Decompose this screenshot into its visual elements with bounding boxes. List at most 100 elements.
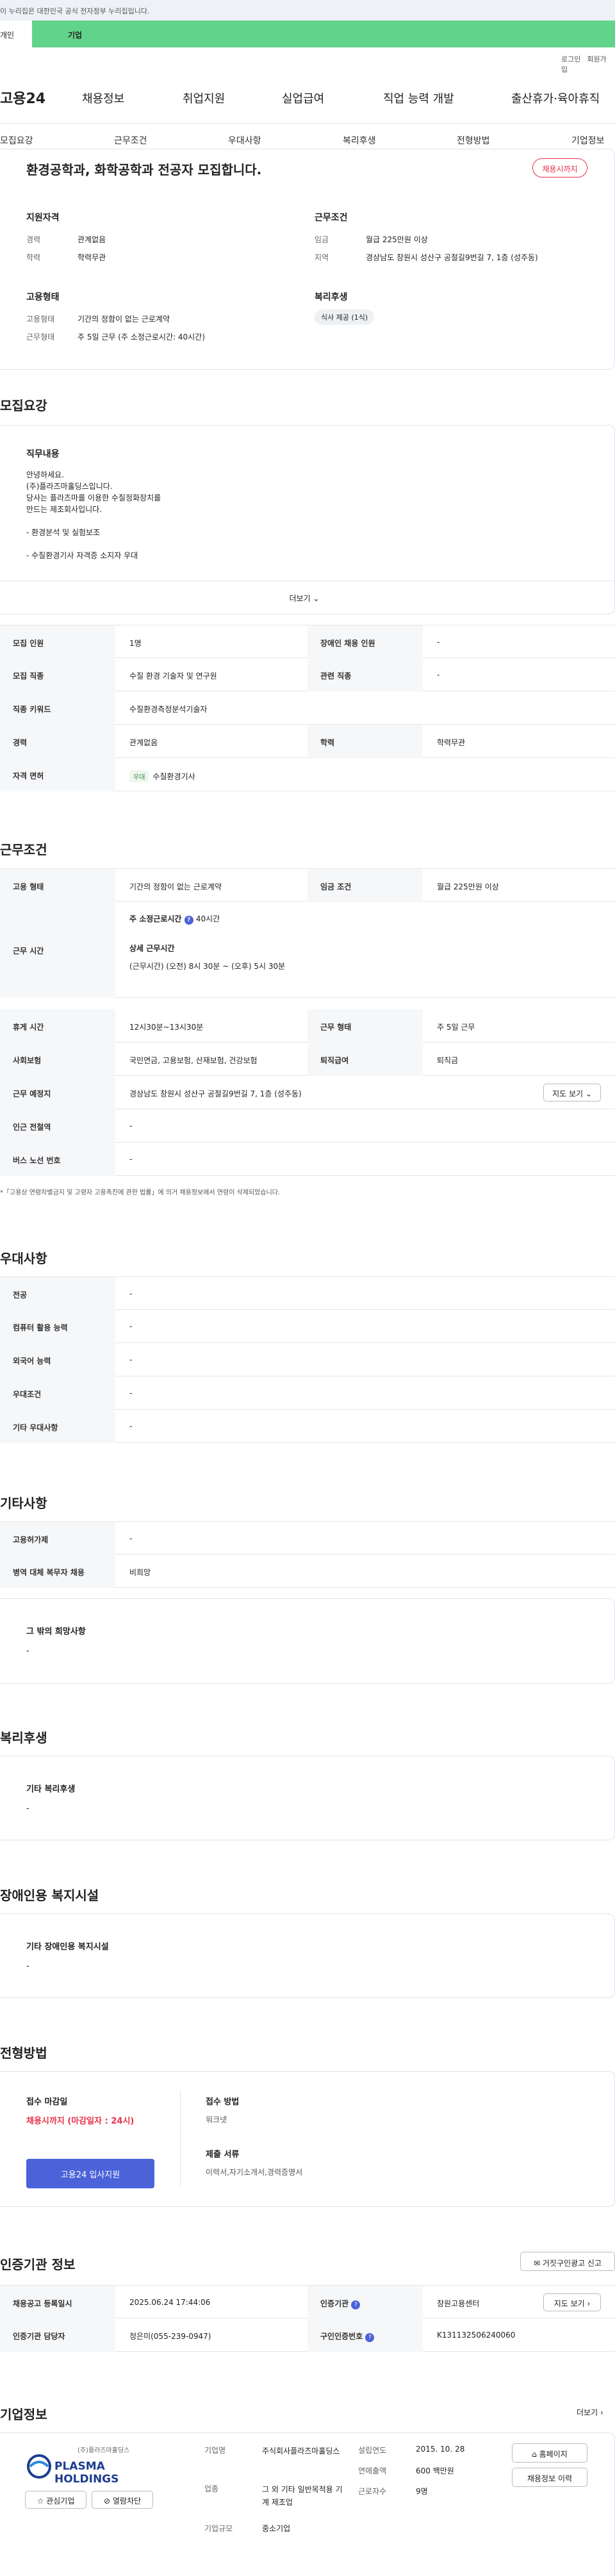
tab-selection[interactable]: 전형방법 [457, 134, 490, 147]
info-icon[interactable]: ? [184, 916, 193, 925]
cond-k0: 임금 [315, 235, 329, 244]
job-history-button[interactable]: 채용정보 이력 [512, 2468, 587, 2487]
work-row-rest: 휴게 시간 12시30분~13시30분 근무 형태 주 5일 근무 [0, 1009, 615, 1043]
company-est-label: 설립연도 [358, 2446, 387, 2455]
qual-k0: 경력 [26, 235, 41, 244]
duty-text: 안녕하세요. (주)플라즈마홀딩스입니다. 당사는 플라즈마를 이용한 수질정화장치… [26, 470, 161, 560]
disabled-box-value: - [26, 1961, 29, 1971]
tab-work[interactable]: 근무조건 [114, 134, 147, 147]
work-row-type: 고용 형태 기간의 정함이 없는 근로계약 임금 조건 월급 225만원 이상 [0, 868, 615, 902]
company-emp-value: 9명 [416, 2487, 428, 2496]
main-nav: 고용24 채용정보 취업지원 실업급여 직업 능력 개발 출산휴가·육아휴직 [0, 83, 615, 115]
disabled-heading: 장애인용 복지시설 [0, 1888, 99, 1903]
tab-welfare[interactable]: 복리후생 [343, 134, 376, 147]
company-more-link[interactable]: 더보기 › [577, 2407, 603, 2418]
company-industry-label: 업종 [204, 2484, 219, 2493]
welfare-tag: 식사 제공 (1식) [315, 310, 375, 325]
etc-row-0: 고용허가제 - [0, 1521, 615, 1555]
welfare-heading: 복리후생 [0, 1730, 47, 1746]
cert-heading: 인증기관 정보 [0, 2257, 76, 2272]
job-title: 환경공학과, 화학공학과 전공자 모집합니다. [26, 162, 262, 178]
pref-row-2: 외국어 능력 - [0, 1343, 615, 1376]
tab-recruit[interactable]: 모집요강 [0, 134, 33, 147]
nav-item-employment-support[interactable]: 취업지원 [183, 90, 225, 106]
emp-title: 고용형태 [26, 292, 60, 302]
pref-badge: 우대 [129, 770, 149, 782]
deadline-title: 접수 마감일 [26, 2097, 68, 2107]
info-icon[interactable]: ? [351, 2300, 361, 2309]
chevron-right-icon: › [600, 2408, 603, 2417]
work-row-place: 근무 예정지 경상남도 창원시 성산구 공절길9번길 7, 1층 (성주동) 지도… [0, 1076, 615, 1109]
select-card: 접수 마감일 채용시까지 (마감일자 : 24시) 고용24 입사지원 접수 방… [0, 2071, 615, 2207]
cert-map-button[interactable]: 지도 보기 › [543, 2293, 601, 2311]
etc-heading: 기타사항 [0, 1496, 47, 1511]
favorite-company-button[interactable]: ☆ 관심기업 [25, 2491, 86, 2509]
qual-v1: 학력무관 [78, 253, 106, 262]
welfare-summary-title: 복리후생 [315, 292, 348, 302]
tab-pref[interactable]: 우대사항 [228, 134, 261, 147]
age-note: *「고용상 연령차별금지 및 고령자 고용촉진에 관한 법률」에 의거 채용정보… [0, 1189, 281, 1196]
company-logo: PLASMA HOLDINGS [26, 2454, 154, 2486]
work-row-insurance: 사회보험 국민연금, 고용보험, 산재보험, 건강보험 퇴직급여 퇴직금 [0, 1043, 615, 1076]
megaphone-icon: ✉ [533, 2259, 541, 2268]
work-row-subway: 인근 전철역 - [0, 1109, 615, 1143]
chevron-down-icon: ⌄ [313, 594, 320, 603]
cert-row-1: 인증기관 담당자 정은미(055-239-0947) 구인인증번호 ? K131132… [0, 2318, 615, 2352]
deadline-value: 채용시까지 (마감일자 : 24시) [26, 2117, 135, 2126]
tab-personal[interactable]: 개인 [0, 21, 32, 47]
welfare-box-value: - [26, 1804, 29, 1813]
recruit-row-0: 모집 인원 1명 장애인 채용 인원 - [0, 625, 615, 659]
docs-value: 이력서,자기소개서,경력증명서 [206, 2168, 303, 2177]
pref-row-3: 우대조건 - [0, 1376, 615, 1410]
emp-k0: 고용형태 [26, 315, 55, 324]
nav-item-parental-leave[interactable]: 출산휴가·육아휴직 [511, 90, 600, 106]
tab-company-info[interactable]: 기업정보 [571, 134, 605, 147]
company-size-value: 중소기업 [262, 2524, 291, 2533]
portal-tabs: 개인 기업 [0, 21, 615, 47]
cert-row-0: 채용공고 등록일시 2025.06.24 17:44:06 인증기관 ? 창원고용센터… [0, 2285, 615, 2319]
cond-v0: 월급 225만원 이상 [366, 235, 428, 244]
login-link[interactable]: 로그인 [561, 55, 580, 63]
block-icon: ⊘ [103, 2497, 111, 2506]
summary-card: 환경공학과, 화학공학과 전공자 모집합니다. 채용시까지 지원자격 경력 관계… [0, 149, 615, 370]
disabled-box-title: 기타 장애인용 복지시설 [26, 1942, 109, 1952]
recruit-row-1: 모집 직종 수질 환경 기술자 및 연구원 관련 직종 - [0, 658, 615, 691]
company-sales-value: 600 백만원 [416, 2466, 454, 2475]
nav-item-jobs[interactable]: 채용정보 [82, 90, 124, 106]
company-logo-kr: (주)플라즈마홀딩스 [78, 2447, 130, 2454]
work-row-time: 근무 시간 주 소정근로시간 ? 40시간 상세 근무시간 (근무시간) (오전… [0, 902, 615, 998]
pref-row-0: 전공 - [0, 1276, 615, 1310]
site-logo[interactable]: 고용24 [0, 87, 45, 108]
report-button[interactable]: ✉ 거짓구인광고 신고 [520, 2252, 615, 2271]
map-button[interactable]: 지도 보기 ⌄ [543, 1084, 601, 1102]
company-name-label: 기업명 [204, 2446, 226, 2455]
qual-k1: 학력 [26, 253, 41, 262]
license-row: 자격 면허 우대 수질환경기사 [0, 758, 615, 791]
docs-title: 제출 서류 [206, 2150, 240, 2159]
etc-box-value: - [26, 1646, 29, 1656]
etc-box: 그 밖의 희망사항 - [0, 1598, 615, 1684]
nav-item-unemployment[interactable]: 실업급여 [282, 90, 324, 106]
select-heading: 전형방법 [0, 2045, 47, 2061]
duty-card: 직무내용 안녕하세요. (주)플라즈마홀딩스입니다. 당사는 플라즈마를 이용한 수… [0, 425, 615, 615]
chevron-down-icon: ⌄ [585, 1089, 592, 1098]
duty-more-button[interactable]: 더보기 ⌄ [0, 581, 614, 614]
home-icon: ⌂ [532, 2450, 537, 2459]
star-icon: ☆ [37, 2497, 44, 2506]
duty-title: 직무내용 [26, 449, 60, 459]
method-value: 워크넷 [206, 2115, 227, 2124]
homepage-button[interactable]: ⌂ 홈페이지 [512, 2443, 587, 2463]
recruit-row-3: 경력 관계없음 학력 학력무관 [0, 725, 615, 758]
pref-row-1: 컴퓨터 활용 능력 - [0, 1310, 615, 1343]
company-emp-label: 근로자수 [358, 2487, 387, 2496]
emp-v0: 기간의 정함이 없는 근로계약 [78, 315, 170, 324]
disabled-box: 기타 장애인용 복지시설 - [0, 1913, 615, 1998]
pref-row-4: 기타 우대사항 - [0, 1410, 615, 1443]
block-company-button[interactable]: ⊘ 열람차단 [92, 2491, 153, 2509]
util-links: 로그인 회원가입 [561, 54, 615, 74]
apply-button[interactable]: 고용24 입사지원 [26, 2159, 154, 2188]
nav-item-training[interactable]: 직업 능력 개발 [383, 90, 454, 106]
tab-company[interactable]: 기업 [32, 21, 615, 47]
info-icon[interactable]: ? [365, 2333, 375, 2342]
company-card: (주)플라즈마홀딩스 PLASMA HOLDINGS ☆ 관심기업 ⊘ 열람차단… [0, 2432, 615, 2576]
